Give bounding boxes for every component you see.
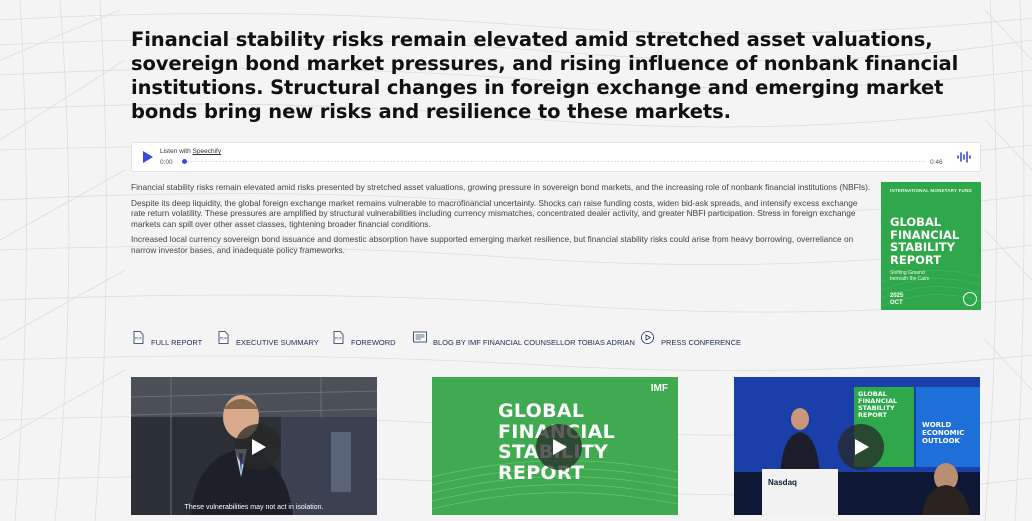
video-title-line: GLOBAL <box>498 400 585 422</box>
pdf-icon: PDF <box>333 331 344 344</box>
cover-title: GLOBAL FINANCIAL STABILITY REPORT <box>890 216 959 266</box>
cover-publisher: INTERNATIONAL MONETARY FUND <box>890 188 972 193</box>
screen-right-text: WORLD ECONOMIC OUTLOOK <box>922 421 964 445</box>
resource-links: PDF FULL REPORT PDF EXECUTIVE SUMMARY PD… <box>131 331 981 351</box>
cover-month: OCT <box>890 299 903 306</box>
progress-track[interactable] <box>184 160 924 163</box>
link-label: FOREWORD <box>351 338 396 347</box>
pdf-icon: PDF <box>133 331 144 344</box>
listen-with-label: Listen with Speechify <box>160 148 221 155</box>
audio-player: Listen with Speechify 0:00 0:46 <box>131 142 981 172</box>
cover-title-line: STABILITY <box>890 240 955 254</box>
svg-text:PDF: PDF <box>135 337 142 341</box>
screen-line: ECONOMIC <box>922 429 965 437</box>
blog-icon <box>413 331 427 343</box>
link-label: EXECUTIVE SUMMARY <box>236 338 319 347</box>
cover-date: 2025 OCT <box>890 293 903 306</box>
play-icon <box>252 439 266 455</box>
cover-year: 2025 <box>890 293 904 299</box>
progress-handle[interactable] <box>182 158 187 164</box>
cover-subtitle-line: beneath the Calm <box>890 276 930 282</box>
video-thumbnail-report[interactable]: IMF GLOBAL FINANCIAL STABILITY REPORT <box>432 377 678 515</box>
play-icon <box>855 439 869 455</box>
video-thumbnail-interview[interactable]: These vulnerabilities may not act in iso… <box>131 377 377 515</box>
imf-seal-icon <box>963 292 977 306</box>
paragraph-2: Despite its deep liquidity, the global f… <box>131 197 858 229</box>
link-label: FULL REPORT <box>151 338 203 347</box>
report-cover[interactable]: INTERNATIONAL MONETARY FUND GLOBAL FINAN… <box>881 182 981 310</box>
video-thumbnail-press[interactable]: GLOBAL FINANCIAL STABILITY REPORT WORLD … <box>734 377 980 515</box>
total-time: 0:46 <box>930 159 943 166</box>
screen-line: REPORT <box>858 411 887 419</box>
speechify-link[interactable]: Speechify <box>193 148 222 155</box>
play-icon <box>553 439 567 455</box>
screen-line: WORLD <box>922 421 952 429</box>
link-label: PRESS CONFERENCE <box>661 338 742 347</box>
paragraph-1: Financial stability risks remain elevate… <box>131 182 871 192</box>
play-icon[interactable] <box>142 151 154 163</box>
listen-prefix: Listen with <box>160 148 191 155</box>
summary-text: Financial stability risks remain elevate… <box>131 182 871 261</box>
screen-line: OUTLOOK <box>922 437 960 445</box>
imf-logo: IMF <box>650 383 668 394</box>
video-caption: These vulnerabilities may not act in iso… <box>184 504 324 511</box>
video-play-button[interactable] <box>838 424 884 470</box>
current-time: 0:00 <box>160 159 173 166</box>
pdf-icon: PDF <box>218 331 229 344</box>
page-headline: Financial stability risks remain elevate… <box>131 28 959 123</box>
cover-subtitle: Shifting Ground beneath the Calm <box>890 270 929 282</box>
nasdaq-logo: Nasdaq <box>768 478 797 487</box>
cover-title-line: REPORT <box>890 252 942 267</box>
paragraph-3: Increased local currency sovereign bond … <box>131 234 854 255</box>
screen-left-text: GLOBAL FINANCIAL STABILITY REPORT <box>858 391 897 419</box>
play-circle-icon <box>641 331 654 344</box>
video-play-button[interactable] <box>536 424 582 470</box>
waveform-icon[interactable] <box>956 151 972 163</box>
cover-title-line: GLOBAL <box>890 215 942 229</box>
video-play-button[interactable] <box>235 424 281 470</box>
svg-text:PDF: PDF <box>220 337 227 341</box>
svg-text:PDF: PDF <box>335 337 342 341</box>
link-label: BLOG BY IMF FINANCIAL COUNSELLOR TOBIAS … <box>433 338 635 347</box>
